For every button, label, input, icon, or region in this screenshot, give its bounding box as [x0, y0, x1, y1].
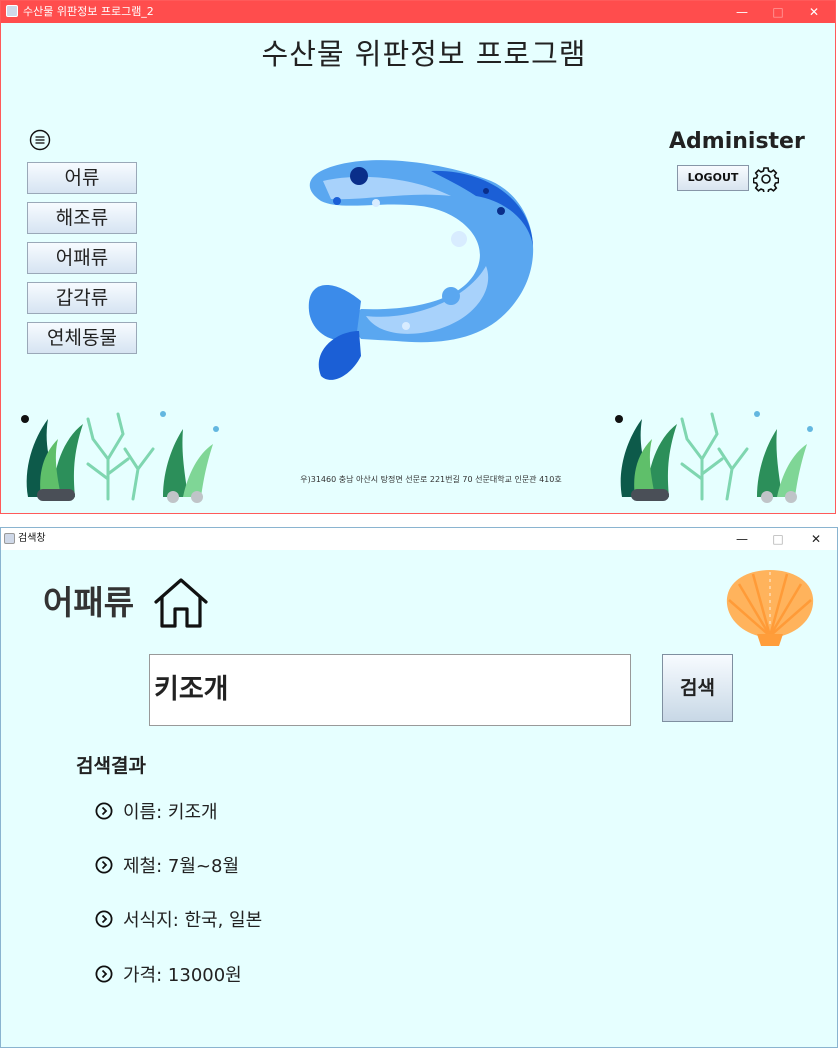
scallop-illustration	[726, 570, 814, 646]
chevron-circle-icon	[95, 910, 113, 928]
seaweed-left-decoration	[21, 411, 219, 503]
app-icon	[4, 533, 15, 544]
category-mollusk-button[interactable]: 연체동물	[27, 322, 137, 354]
chevron-circle-icon	[95, 856, 113, 874]
result-text: 이름: 키조개	[123, 802, 218, 823]
window-title: 수산물 위판정보 프로그램_2	[23, 5, 154, 18]
minimize-button[interactable]: —	[723, 528, 761, 550]
chevron-circle-icon	[95, 802, 113, 820]
seaweed-right-decoration	[615, 411, 813, 503]
maximize-button[interactable]: □	[759, 1, 797, 23]
page-title: 수산물 위판정보 프로그램	[261, 37, 587, 71]
home-icon[interactable]	[153, 576, 209, 630]
result-label: 가격	[123, 965, 157, 986]
result-value: 한국, 일본	[184, 910, 263, 931]
result-label: 제철	[123, 856, 157, 877]
minimize-button[interactable]: —	[723, 1, 761, 23]
fish-illustration	[308, 160, 534, 380]
address-text: 우)31460 충남 아산시 탕정면 선문로 221번길 70 선문대학교 인문…	[300, 475, 562, 484]
result-text: 가격: 13000원	[123, 965, 242, 986]
logout-button[interactable]: LOGOUT	[677, 165, 749, 191]
window-title: 검색창	[18, 533, 46, 544]
search-window-titlebar[interactable]: 검색창 — □ ✕	[1, 528, 837, 550]
result-value: 키조개	[167, 802, 218, 823]
search-window: 검색창 — □ ✕ 어패류 키조개 검색 검색결과 이름: 키조개 제철: 7월…	[0, 527, 838, 1048]
search-button[interactable]: 검색	[662, 654, 733, 722]
main-window-titlebar[interactable]: 수산물 위판정보 프로그램_2 — □ ✕	[1, 1, 835, 23]
search-input[interactable]: 키조개	[149, 654, 631, 726]
category-crustacean-button[interactable]: 갑각류	[27, 282, 137, 314]
close-button[interactable]: ✕	[797, 528, 835, 550]
main-window: 수산물 위판정보 프로그램_2 — □ ✕ 수산물 위판정보 프로그램 어류 해…	[0, 0, 836, 514]
result-text: 서식지: 한국, 일본	[123, 910, 263, 931]
chevron-circle-icon	[95, 965, 113, 983]
maximize-button[interactable]: □	[759, 528, 797, 550]
app-icon	[6, 5, 18, 17]
category-fish-button[interactable]: 어류	[27, 162, 137, 194]
result-label: 서식지	[123, 910, 173, 931]
result-value: 13000원	[167, 965, 242, 986]
result-text: 제철: 7월~8월	[123, 856, 240, 877]
category-title: 어패류	[43, 583, 135, 622]
category-seaweed-button[interactable]: 해조류	[27, 202, 137, 234]
gear-icon[interactable]	[753, 166, 779, 192]
result-label: 이름	[123, 802, 157, 823]
user-name: Administer	[669, 129, 805, 154]
category-shellfish-button[interactable]: 어패류	[27, 242, 137, 274]
result-value: 7월~8월	[167, 856, 240, 877]
results-title: 검색결과	[76, 755, 146, 777]
close-button[interactable]: ✕	[795, 1, 833, 23]
menu-icon[interactable]	[29, 129, 51, 151]
